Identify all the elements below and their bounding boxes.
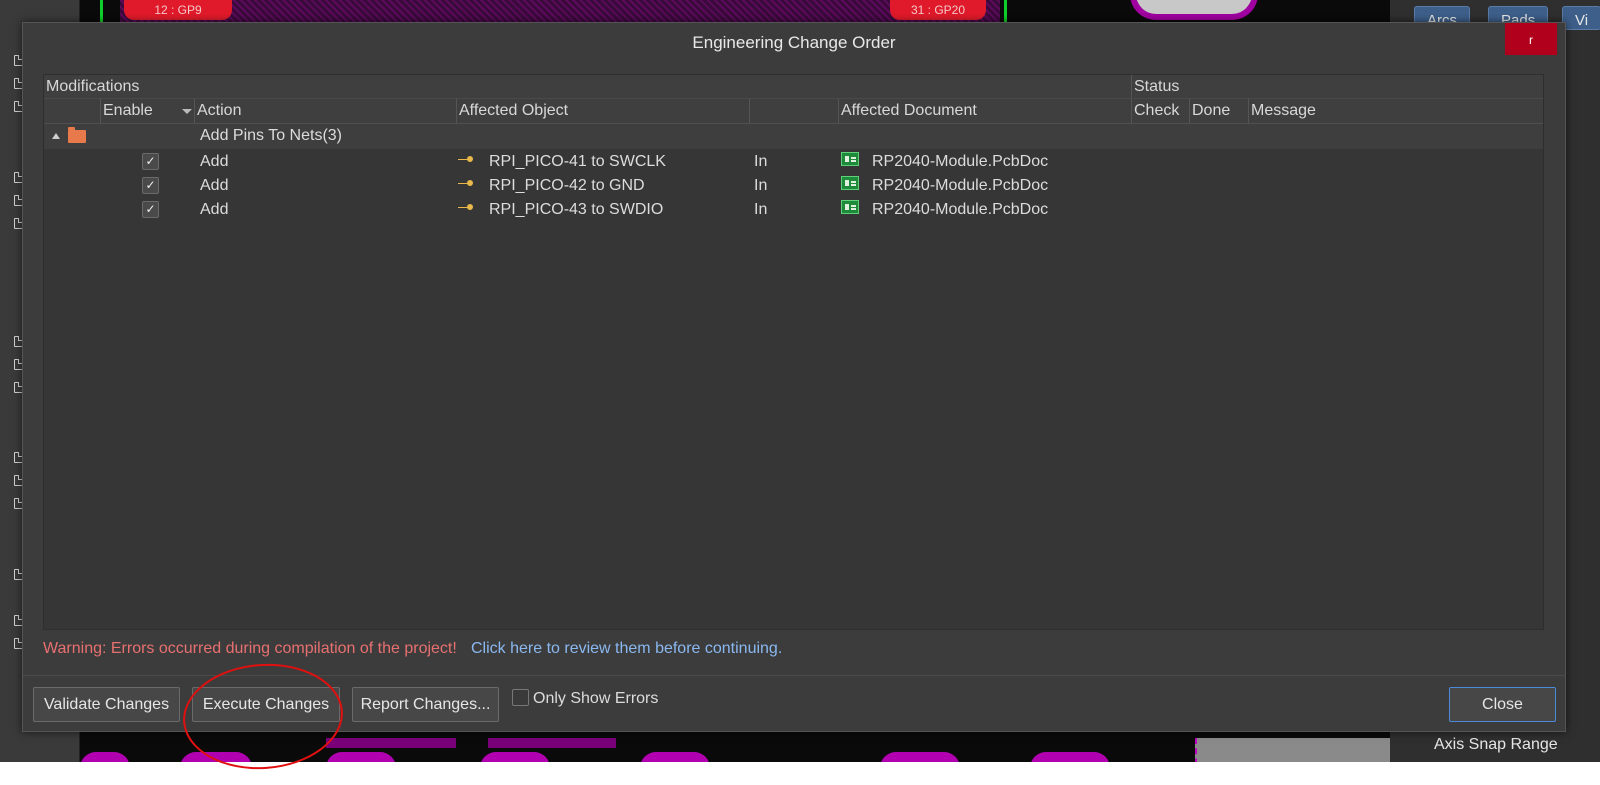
- direction-cell: In: [754, 153, 768, 170]
- review-errors-link[interactable]: Click here to review them before continu…: [471, 640, 782, 658]
- sort-down-icon[interactable]: [182, 109, 192, 114]
- only-show-errors-label[interactable]: Only Show Errors: [533, 690, 658, 708]
- enable-checkbox[interactable]: ✓: [142, 177, 159, 194]
- pin-icon: [458, 176, 474, 188]
- column-header-done[interactable]: Done: [1192, 102, 1230, 120]
- group-row[interactable]: Add Pins To Nets(3): [44, 124, 1543, 149]
- execute-changes-button[interactable]: Execute Changes: [192, 687, 340, 722]
- only-show-errors-checkbox[interactable]: [512, 689, 529, 706]
- affected-document-cell: RP2040-Module.PcbDoc: [872, 177, 1049, 194]
- column-divider: [194, 99, 195, 123]
- pcb-track: [1004, 0, 1007, 22]
- table-row[interactable]: ✓ Add RPI_PICO-42 to GND In RP2040-Modul…: [44, 174, 1543, 198]
- direction-cell: In: [754, 201, 768, 218]
- column-header-affected-object[interactable]: Affected Object: [459, 102, 568, 120]
- affected-document-cell: RP2040-Module.PcbDoc: [872, 153, 1049, 170]
- column-header-enable[interactable]: Enable: [103, 102, 153, 120]
- pcb-document-icon: [841, 200, 859, 214]
- enable-checkbox[interactable]: ✓: [142, 153, 159, 170]
- folder-icon: [68, 127, 86, 143]
- action-cell: Add: [200, 153, 229, 170]
- pcb-document-icon: [841, 176, 859, 190]
- grid-group-header: Modifications Status: [44, 75, 1543, 99]
- pin-icon: [458, 152, 474, 164]
- pcb-copper-region: [120, 0, 1000, 22]
- report-changes-button[interactable]: Report Changes...: [352, 687, 499, 722]
- column-divider: [456, 99, 457, 123]
- pcb-track: [488, 738, 616, 748]
- table-row[interactable]: ✓ Add RPI_PICO-41 to SWCLK In RP2040-Mod…: [44, 150, 1543, 174]
- vias-filter-button[interactable]: Vi: [1562, 6, 1600, 30]
- pcb-track: [100, 0, 103, 22]
- column-divider: [749, 99, 750, 123]
- pcb-pad-gp9[interactable]: 12 : GP9: [124, 0, 232, 20]
- affected-object-cell: RPI_PICO-41 to SWCLK: [489, 153, 666, 170]
- modifications-header: Modifications: [46, 78, 140, 95]
- enable-checkbox[interactable]: ✓: [142, 201, 159, 218]
- pin-icon: [458, 200, 474, 212]
- action-cell: Add: [200, 201, 229, 218]
- collapse-icon[interactable]: [52, 133, 60, 139]
- eco-dialog: Engineering Change Order r Modifications…: [22, 22, 1566, 732]
- validate-changes-button[interactable]: Validate Changes: [33, 687, 180, 722]
- action-cell: Add: [200, 177, 229, 194]
- column-header-action[interactable]: Action: [197, 102, 241, 120]
- column-header-check[interactable]: Check: [1134, 102, 1179, 120]
- footer-divider: [23, 675, 1565, 676]
- affected-object-cell: RPI_PICO-42 to GND: [489, 177, 645, 194]
- axis-snap-range-label: Axis Snap Range: [1434, 736, 1558, 753]
- group-label: Add Pins To Nets(3): [200, 127, 342, 144]
- pcb-pad-gp20[interactable]: 31 : GP20: [890, 0, 986, 20]
- pcb-pad-ring[interactable]: [1130, 0, 1258, 20]
- direction-cell: In: [754, 177, 768, 194]
- column-divider: [1189, 99, 1190, 123]
- column-divider: [1131, 75, 1132, 98]
- modifications-grid[interactable]: Modifications Status Enable Action Affec…: [43, 74, 1544, 630]
- column-divider: [1248, 99, 1249, 123]
- table-row[interactable]: ✓ Add RPI_PICO-43 to SWDIO In RP2040-Mod…: [44, 198, 1543, 222]
- grid-column-header: Enable Action Affected Object Affected D…: [44, 99, 1543, 124]
- status-header: Status: [1134, 78, 1180, 95]
- column-header-affected-document[interactable]: Affected Document: [841, 102, 977, 120]
- close-button[interactable]: Close: [1449, 687, 1556, 722]
- close-icon[interactable]: r: [1505, 23, 1557, 55]
- screen-bottom-strip: [0, 762, 1600, 785]
- compile-warning: Warning: Errors occurred during compilat…: [43, 640, 457, 657]
- column-header-message[interactable]: Message: [1251, 102, 1316, 120]
- pcb-track: [326, 738, 456, 748]
- column-divider: [100, 99, 101, 123]
- pcb-document-icon: [841, 152, 859, 166]
- column-divider: [1131, 99, 1132, 123]
- column-divider: [838, 99, 839, 123]
- affected-object-cell: RPI_PICO-43 to SWDIO: [489, 201, 664, 218]
- dialog-title: Engineering Change Order: [692, 33, 896, 52]
- affected-document-cell: RP2040-Module.PcbDoc: [872, 201, 1049, 218]
